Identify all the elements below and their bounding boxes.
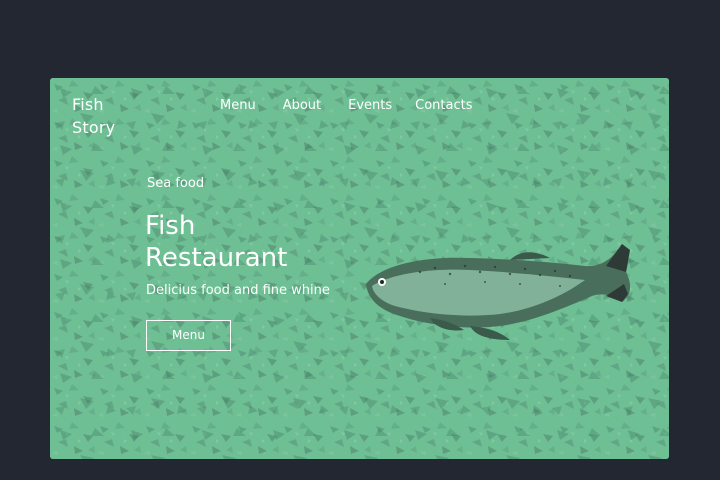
hero-title-line-2: Restaurant	[145, 243, 288, 273]
hero-subtitle: Delicius food and fine whine	[146, 283, 330, 298]
nav-item-contacts[interactable]: Contacts	[415, 97, 472, 115]
hero-title-line-1: Fish	[145, 211, 196, 241]
nav-item-about[interactable]: About	[283, 97, 321, 115]
nav-item-events[interactable]: Events	[348, 97, 392, 115]
logo-line-1: Fish	[72, 95, 104, 114]
nav-item-menu[interactable]: Menu	[220, 97, 256, 115]
hero-title: Fish Restaurant	[145, 210, 287, 274]
brand-logo[interactable]: Fish Story	[72, 93, 115, 139]
main-nav: Menu About Events Contacts	[220, 97, 473, 115]
logo-line-2: Story	[72, 118, 116, 137]
fish-image	[366, 244, 631, 340]
hero-card: Fish Story Menu About Events Contacts Se…	[50, 78, 669, 459]
menu-button[interactable]: Menu	[146, 320, 231, 351]
hero-eyebrow: Sea food	[147, 176, 205, 191]
